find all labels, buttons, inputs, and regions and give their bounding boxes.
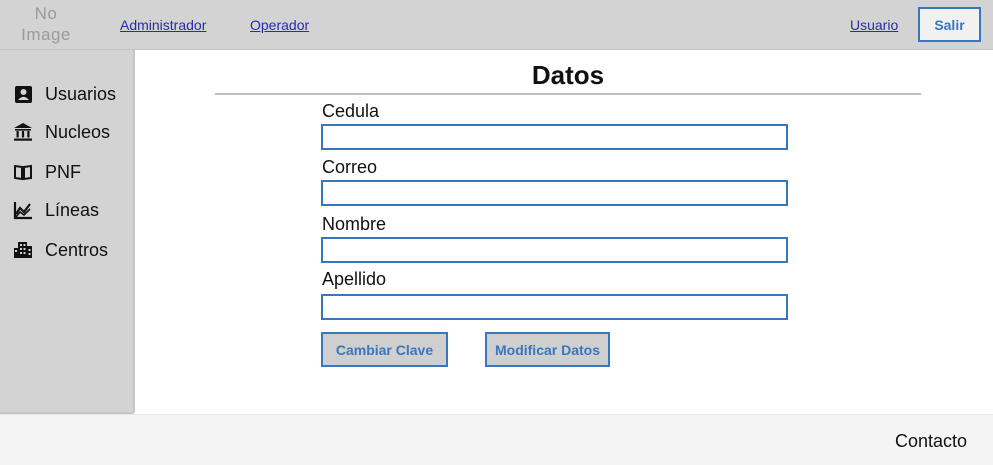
- sidebar-item-centros[interactable]: Centros: [13, 238, 108, 262]
- apellido-field[interactable]: [321, 294, 788, 320]
- logo-placeholder: No Image: [21, 4, 71, 44]
- book-icon: [13, 162, 33, 182]
- sidebar: Usuarios Nucleos PNF Líneas Centros: [0, 50, 135, 414]
- sidebar-item-label: Nucleos: [45, 121, 111, 142]
- nav-link-usuario[interactable]: Usuario: [850, 17, 898, 33]
- nombre-field[interactable]: [321, 237, 788, 263]
- building-icon: [13, 240, 33, 260]
- sidebar-item-label: Centros: [45, 239, 109, 260]
- cedula-label: Cedula: [322, 101, 380, 121]
- sidebar-item-label: PNF: [45, 161, 81, 182]
- sidebar-item-nucleos[interactable]: Nucleos: [13, 120, 110, 144]
- contact-link[interactable]: Contacto: [895, 431, 967, 452]
- page-title: Datos: [531, 60, 605, 90]
- nombre-label: Nombre: [322, 214, 387, 234]
- nav-link-operador[interactable]: Operador: [250, 17, 309, 33]
- apellido-label: Apellido: [322, 269, 387, 289]
- line-chart-icon: [13, 200, 33, 220]
- title-divider: [215, 93, 921, 95]
- correo-label: Correo: [322, 157, 378, 177]
- user-card-icon: [13, 84, 33, 104]
- nav-link-administrador[interactable]: Administrador: [120, 17, 206, 33]
- correo-field[interactable]: [321, 180, 788, 206]
- sidebar-item-usuarios[interactable]: Usuarios: [13, 82, 116, 106]
- change-password-button[interactable]: Cambiar Clave: [321, 332, 448, 367]
- bank-icon: [13, 122, 33, 142]
- footer: Contacto: [0, 414, 993, 465]
- top-navbar: No Image Administrador Operador Usuario …: [0, 0, 993, 50]
- sidebar-item-label: Líneas: [45, 199, 100, 220]
- sidebar-item-label: Usuarios: [45, 83, 117, 104]
- logout-button[interactable]: Salir: [918, 7, 981, 42]
- sidebar-item-pnf[interactable]: PNF: [13, 160, 81, 184]
- cedula-field[interactable]: [321, 124, 788, 150]
- modify-data-button[interactable]: Modificar Datos: [485, 332, 610, 367]
- sidebar-item-lineas[interactable]: Líneas: [13, 198, 99, 222]
